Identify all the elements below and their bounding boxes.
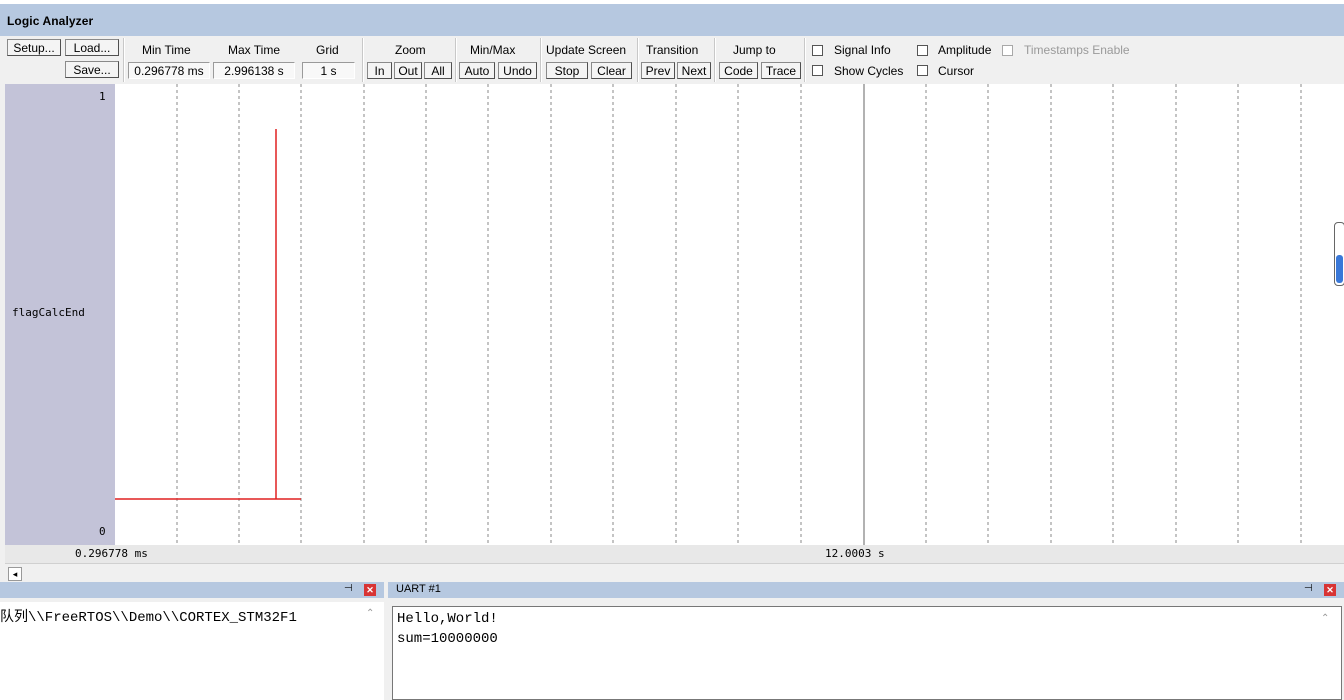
stop-button[interactable]: Stop	[546, 62, 588, 79]
show-cycles-checkbox[interactable]	[812, 65, 823, 76]
zoom-label: Zoom	[395, 43, 426, 57]
uart-title: UART #1	[396, 583, 441, 595]
separator	[123, 38, 125, 82]
toolbar: Setup... Load... Save... Min Time 0.2967…	[0, 36, 1344, 84]
clear-button[interactable]: Clear	[591, 62, 632, 79]
separator	[362, 38, 364, 82]
window-title: Logic Analyzer	[7, 14, 94, 28]
update-screen-label: Update Screen	[546, 43, 627, 57]
next-button[interactable]: Next	[677, 62, 711, 79]
timestamps-label: Timestamps Enable	[1024, 43, 1130, 57]
separator	[540, 38, 542, 82]
left-panel-content: 队列\\FreeRTOS\\Demo\\CORTEX_STM32F1 ⌃	[0, 602, 384, 700]
bottom-panels: ⊣ ✕ 队列\\FreeRTOS\\Demo\\CORTEX_STM32F1 ⌃…	[0, 582, 1344, 700]
time-cursor-label: 12.0003 s	[825, 547, 885, 560]
zoom-all-button[interactable]: All	[424, 62, 452, 79]
separator	[804, 38, 806, 82]
amplitude-label: Amplitude	[938, 43, 992, 57]
load-button[interactable]: Load...	[65, 39, 119, 56]
horizontal-scrollbar[interactable]: ◂	[5, 563, 1344, 582]
scroll-thumb-fill	[1336, 255, 1343, 283]
auto-button[interactable]: Auto	[459, 62, 495, 79]
show-cycles-label: Show Cycles	[834, 64, 904, 78]
signal-name[interactable]: flagCalcEnd	[12, 306, 85, 319]
jump-to-label: Jump to	[733, 43, 776, 57]
close-icon[interactable]: ✕	[1324, 584, 1336, 596]
close-icon[interactable]: ✕	[364, 584, 376, 596]
max-time-value: 2.996138 s	[213, 62, 295, 79]
trace-button[interactable]: Trace	[761, 62, 801, 79]
scroll-left-icon[interactable]: ◂	[8, 567, 22, 581]
prev-button[interactable]: Prev	[641, 62, 675, 79]
uart-line: Hello,World!	[397, 611, 498, 627]
path-text: 队列\\FreeRTOS\\Demo\\CORTEX_STM32F1	[0, 610, 297, 626]
cursor-label: Cursor	[938, 64, 975, 78]
uart-line: sum=10000000	[397, 631, 498, 647]
cursor-checkbox[interactable]	[917, 65, 928, 76]
zoom-out-button[interactable]: Out	[394, 62, 422, 79]
uart-output[interactable]: Hello,World! sum=10000000 ⌃	[392, 606, 1342, 700]
grid-lines	[176, 84, 1302, 545]
code-button[interactable]: Code	[719, 62, 758, 79]
max-time-label: Max Time	[228, 43, 281, 57]
timestamps-checkbox	[1002, 45, 1013, 56]
amplitude-checkbox[interactable]	[917, 45, 928, 56]
undo-button[interactable]: Undo	[498, 62, 537, 79]
signal-info-label: Signal Info	[834, 43, 891, 57]
separator	[714, 38, 716, 82]
setup-button[interactable]: Setup...	[7, 39, 61, 56]
zoom-in-button[interactable]: In	[367, 62, 392, 79]
waveform-svg	[115, 84, 1302, 545]
save-button[interactable]: Save...	[65, 61, 119, 78]
signal-info-checkbox[interactable]	[812, 45, 823, 56]
time-axis-bar: 0.296778 ms 12.0003 s	[5, 545, 1344, 563]
left-panel-header: ⊣ ✕	[0, 582, 384, 598]
scroll-up-icon[interactable]: ⌃	[1321, 613, 1329, 624]
scroll-thumb[interactable]	[1334, 222, 1344, 286]
signal-trace	[115, 129, 301, 500]
grid-value: 1 s	[302, 62, 355, 79]
scroll-up-icon[interactable]: ⌃	[366, 608, 374, 619]
separator	[637, 38, 639, 82]
separator	[455, 38, 457, 82]
title-bar: Logic Analyzer	[0, 0, 1344, 36]
min-time-label: Min Time	[142, 43, 191, 57]
y-min-label: 0	[99, 525, 106, 538]
minmax-label: Min/Max	[470, 43, 516, 57]
signal-name-panel: 1 flagCalcEnd 0	[5, 84, 116, 545]
min-time-value: 0.296778 ms	[128, 62, 210, 79]
uart-panel-header: UART #1 ⊣ ✕	[388, 582, 1344, 598]
time-left-label: 0.296778 ms	[75, 547, 148, 560]
waveform-plot[interactable]	[115, 84, 1344, 545]
pin-icon[interactable]: ⊣	[1304, 583, 1313, 594]
transition-label: Transition	[646, 43, 699, 57]
pin-icon[interactable]: ⊣	[344, 583, 353, 594]
grid-label: Grid	[316, 43, 339, 57]
y-max-label: 1	[99, 90, 106, 103]
